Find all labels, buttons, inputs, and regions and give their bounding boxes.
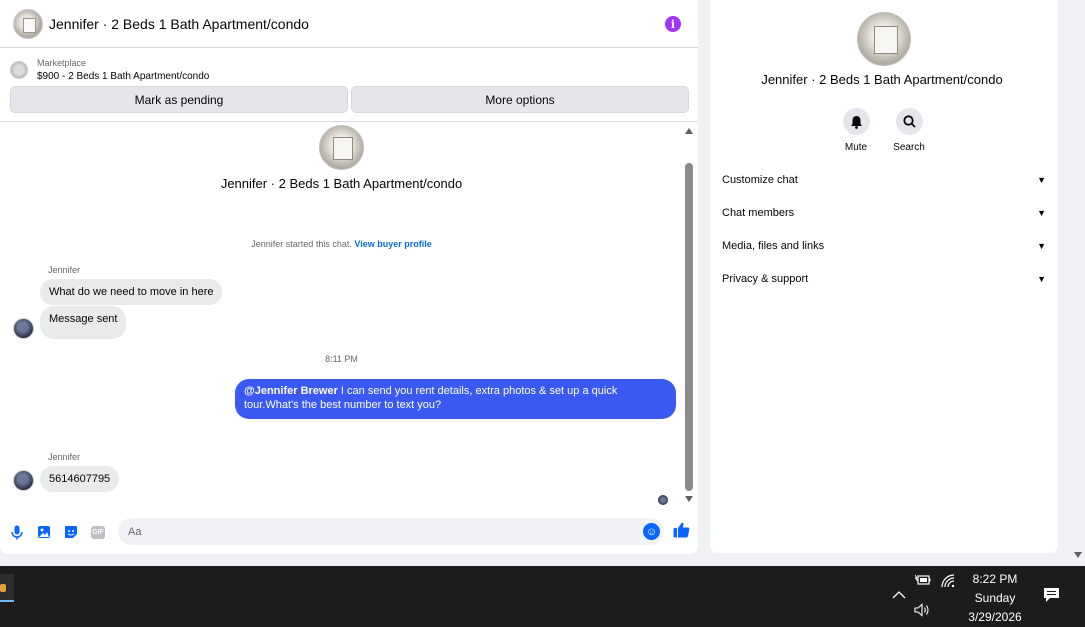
chevron-down-icon: ▼ (1037, 208, 1046, 218)
info-avatar[interactable] (857, 12, 911, 66)
seen-indicator-avatar (658, 495, 668, 505)
incoming-message[interactable]: What do we need to move in here (40, 279, 223, 305)
mute-button[interactable]: Mute (831, 108, 881, 153)
sender-name: Jennifer (48, 452, 81, 462)
message-scrollbar[interactable] (684, 125, 694, 505)
notification-center-icon[interactable] (1043, 587, 1060, 607)
more-options-button[interactable]: More options (351, 86, 689, 113)
info-title: Jennifer · 2 Beds 1 Bath Apartment/condo (761, 72, 1003, 87)
app-icon (0, 584, 6, 592)
battery-icon[interactable] (914, 574, 931, 589)
scroll-up-arrow-icon[interactable] (685, 128, 693, 134)
listing-title: $900 - 2 Beds 1 Bath Apartment/condo (37, 71, 210, 82)
microphone-icon[interactable] (9, 524, 25, 540)
chevron-down-icon: ▼ (1037, 274, 1046, 284)
mark-as-pending-button[interactable]: Mark as pending (10, 86, 348, 113)
section-label: Chat members (722, 207, 795, 219)
message-composer: GIF Aa ☺ (0, 512, 698, 552)
chat-header: Jennifer · 2 Beds 1 Bath Apartment/condo… (0, 0, 698, 48)
marketplace-listing[interactable]: Marketplace $900 - 2 Beds 1 Bath Apartme… (10, 56, 209, 84)
thumbs-up-icon[interactable] (673, 522, 690, 543)
conversation-title: Jennifer · 2 Beds 1 Bath Apartment/condo (220, 176, 463, 191)
chat-info-panel: Jennifer · 2 Beds 1 Bath Apartment/condo… (710, 0, 1058, 553)
clock-time: 8:22 PM (972, 572, 1018, 586)
clock-date: 3/29/2026 (968, 610, 1022, 624)
media-files-links-section[interactable]: Media, files and links ▼ (722, 236, 1046, 256)
incoming-message[interactable]: 5614607795 (40, 466, 120, 492)
scroll-thumb[interactable] (685, 163, 693, 491)
message-list: Jennifer · 2 Beds 1 Bath Apartment/condo… (0, 122, 698, 510)
page-scroll-down-arrow-icon[interactable] (1074, 552, 1082, 558)
chat-panel: Jennifer · 2 Beds 1 Bath Apartment/condo… (0, 0, 698, 554)
search-button[interactable]: Search (884, 108, 934, 153)
customize-chat-section[interactable]: Customize chat ▼ (722, 170, 1046, 190)
volume-icon[interactable] (914, 603, 931, 620)
sender-avatar[interactable] (13, 470, 34, 491)
sender-name: Jennifer (48, 265, 81, 275)
clock-day: Sunday (974, 591, 1016, 605)
marketplace-label: Marketplace (37, 58, 87, 68)
chat-members-section[interactable]: Chat members ▼ (722, 203, 1046, 223)
search-label: Search (893, 142, 925, 153)
outgoing-message[interactable]: @Jennifer Brewer I can send you rent det… (235, 379, 676, 419)
emoji-icon[interactable]: ☺ (643, 523, 660, 540)
search-icon[interactable] (895, 108, 923, 135)
chevron-down-icon: ▼ (1037, 241, 1046, 251)
photo-icon[interactable] (36, 524, 52, 540)
taskbar: 8:22 PM Sunday 3/29/2026 (0, 566, 1085, 627)
wifi-icon[interactable] (941, 574, 955, 591)
gif-icon[interactable]: GIF (90, 524, 106, 540)
message-input[interactable]: Aa ☺ (118, 518, 664, 545)
mute-label: Mute (844, 142, 868, 153)
info-icon[interactable]: i (665, 16, 681, 32)
chat-started-notice: Jennifer started this chat. View buyer p… (0, 239, 683, 249)
bell-icon[interactable] (842, 108, 870, 135)
scroll-down-arrow-icon[interactable] (685, 496, 693, 502)
taskbar-app-button[interactable] (0, 574, 14, 602)
conversation-avatar (319, 125, 364, 170)
incoming-message[interactable]: Message sent (40, 306, 127, 339)
chat-title[interactable]: Jennifer · 2 Beds 1 Bath Apartment/condo (49, 16, 309, 32)
sticker-icon[interactable] (63, 524, 79, 540)
chevron-down-icon: ▼ (1037, 175, 1046, 185)
chat-started-text: Jennifer started this chat. (251, 239, 352, 249)
section-label: Customize chat (722, 174, 798, 186)
sender-avatar[interactable] (13, 318, 34, 339)
message-timestamp: 8:11 PM (325, 354, 358, 364)
mention[interactable]: @Jennifer Brewer (244, 385, 338, 397)
privacy-support-section[interactable]: Privacy & support ▼ (722, 269, 1046, 289)
section-label: Privacy & support (722, 273, 809, 285)
view-buyer-profile-link[interactable]: View buyer profile (354, 239, 431, 249)
section-label: Media, files and links (722, 240, 825, 252)
listing-thumbnail (10, 61, 28, 79)
listing-actions: Mark as pending More options (10, 86, 689, 113)
system-clock[interactable]: 8:22 PM Sunday 3/29/2026 (960, 570, 1030, 627)
chevron-up-icon[interactable] (892, 588, 906, 603)
contact-avatar[interactable] (13, 8, 43, 39)
message-input-placeholder: Aa (128, 525, 142, 538)
